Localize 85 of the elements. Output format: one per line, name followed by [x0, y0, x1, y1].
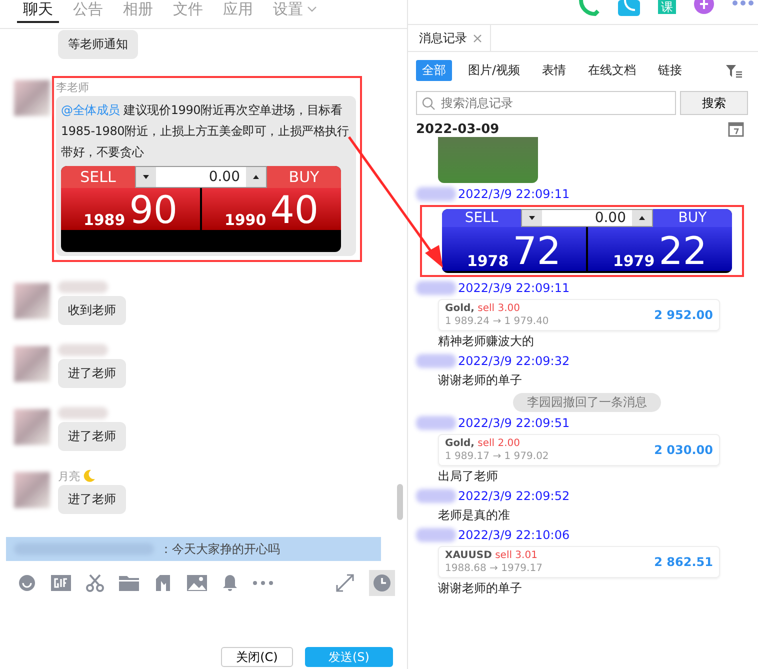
message-text: 进了老师: [68, 492, 116, 506]
trade-title: Gold, sell 3.00: [445, 302, 522, 315]
emoji-icon[interactable]: [18, 574, 36, 592]
search-button[interactable]: 搜索: [680, 91, 748, 115]
blurred-name: [58, 281, 108, 293]
timestamp: 2022/3/9 22:09:52: [458, 489, 570, 503]
nav-tab[interactable]: 聊天: [17, 0, 59, 23]
sell-price[interactable]: 1989 90: [61, 188, 200, 230]
message-text: @全体成员 建议现价1990附近再次空单进场，目标看1985-1980附近，止损上方五美金即可，止损严格执行带好，不要贪心: [61, 102, 350, 161]
buy-button[interactable]: BUY: [653, 209, 732, 227]
trade-title: XAUUSD sell 3.01: [445, 549, 538, 562]
trade-profit: 2 862.51: [654, 554, 713, 570]
more-icon[interactable]: [732, 0, 754, 6]
message-text: 等老师通知: [68, 37, 128, 51]
trade-card[interactable]: Gold, sell 3.00 1 989.24 → 1 979.40 2 952.00: [438, 299, 720, 331]
avatar-placeholder: [416, 354, 456, 368]
trade-prices: 1 989.17 → 1 979.02: [445, 450, 550, 463]
avatar-placeholder: [14, 409, 50, 445]
trade-card[interactable]: Gold, sell 2.00 1 989.17 → 1 979.02 2 030.00: [438, 434, 720, 466]
folder-icon[interactable]: [119, 575, 139, 591]
message-text: 老师是真的准: [437, 507, 511, 524]
close-button[interactable]: 关闭(C): [221, 647, 293, 667]
image-icon[interactable]: [187, 575, 207, 591]
avatar-placeholder: [416, 528, 456, 542]
buy-price[interactable]: 1979 22: [588, 227, 732, 271]
timestamp: 2022/3/9 22:10:06: [458, 528, 570, 542]
sell-price[interactable]: 1978 72: [442, 227, 586, 271]
moon-icon: [82, 469, 96, 483]
message-text: 进了老师: [68, 429, 116, 443]
trade-profit: 2 030.00: [654, 442, 713, 458]
expand-icon[interactable]: [336, 574, 354, 592]
trade-profit: 2 952.00: [654, 306, 713, 324]
filter-tab[interactable]: 表情: [536, 60, 572, 81]
timestamp: 2022/3/9 22:09:32: [458, 354, 570, 368]
message-text: 精神老师赚波大的: [438, 333, 535, 350]
search-icon: [422, 97, 435, 110]
avatar-placeholder: [14, 472, 50, 508]
video-call-icon[interactable]: [618, 0, 640, 16]
sender-name: 李老师: [56, 80, 89, 94]
filter-tab[interactable]: 链接: [652, 60, 688, 81]
timestamp: 2022/3/9 22:09:51: [458, 416, 570, 430]
sell-button[interactable]: SELL: [442, 209, 521, 227]
chevron-down-icon: [307, 6, 317, 12]
buy-price[interactable]: 1990 40: [202, 188, 341, 230]
trade-title: Gold, sell 2.00: [445, 437, 522, 450]
filter-tab[interactable]: 在线文档: [582, 60, 642, 81]
avatar-placeholder: [416, 416, 456, 430]
timestamp: 2022/3/9 22:09:11: [458, 281, 570, 295]
avatar-placeholder: [14, 283, 50, 319]
scrollbar[interactable]: [397, 484, 403, 520]
filter-icon[interactable]: [726, 64, 742, 78]
phone-icon[interactable]: [578, 0, 600, 16]
trade-prices: 1 989.24 → 1 979.40: [445, 315, 550, 328]
message-text: 收到老师: [68, 303, 116, 317]
gif-icon[interactable]: [51, 574, 71, 592]
avatar-placeholder: [416, 187, 456, 201]
sell-button[interactable]: SELL: [61, 166, 135, 188]
message-text: 谢谢老师的单子: [438, 580, 523, 597]
date-heading: 2022-03-09: [416, 122, 500, 136]
history-tab[interactable]: 消息记录: [411, 25, 491, 51]
quote-text: ：今天大家挣的开心吗: [160, 540, 280, 558]
trade-card[interactable]: XAUUSD sell 3.01 1988.68 → 1979.17 2 862.51: [438, 546, 720, 578]
calendar-icon[interactable]: [728, 121, 744, 137]
avatar-placeholder: [416, 489, 456, 503]
message-text: 出局了老师: [438, 468, 499, 485]
message-text: 进了老师: [68, 366, 116, 380]
avatar-placeholder: [416, 281, 456, 295]
buy-button[interactable]: BUY: [267, 166, 341, 188]
more-icon[interactable]: [253, 581, 273, 585]
trade-prices: 1988.68 → 1979.17: [445, 562, 544, 575]
history-button[interactable]: [369, 570, 395, 596]
avatar-placeholder: [14, 346, 50, 382]
plus-icon[interactable]: [694, 0, 714, 16]
filter-tab[interactable]: 图片/视频: [462, 60, 526, 81]
blurred-name: [58, 344, 108, 356]
scissors-icon[interactable]: [86, 574, 104, 592]
search-field[interactable]: 搜索消息记录: [416, 91, 676, 115]
avatar-placeholder: [14, 80, 50, 116]
sender-name: 月亮: [58, 468, 80, 484]
message-text: 谢谢老师的单子: [437, 372, 523, 389]
blurred-name: [58, 407, 108, 419]
timestamp: 2022/3/9 22:09:11: [458, 187, 570, 201]
bell-icon[interactable]: [222, 574, 238, 592]
close-icon[interactable]: [473, 34, 482, 42]
system-notice: 李园园撤回了一条消息: [513, 393, 661, 412]
